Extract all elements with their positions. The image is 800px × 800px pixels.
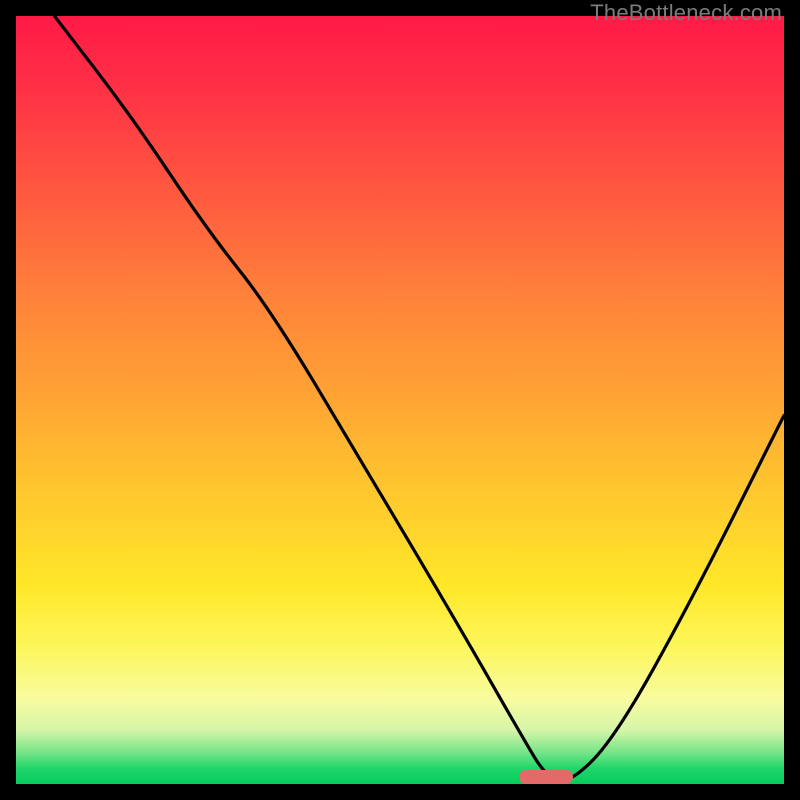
- watermark-text: TheBottleneck.com: [590, 0, 782, 26]
- plot-area: [16, 16, 784, 784]
- optimal-marker: [519, 770, 573, 784]
- chart-container: TheBottleneck.com: [0, 0, 800, 800]
- bottleneck-curve: [16, 16, 784, 784]
